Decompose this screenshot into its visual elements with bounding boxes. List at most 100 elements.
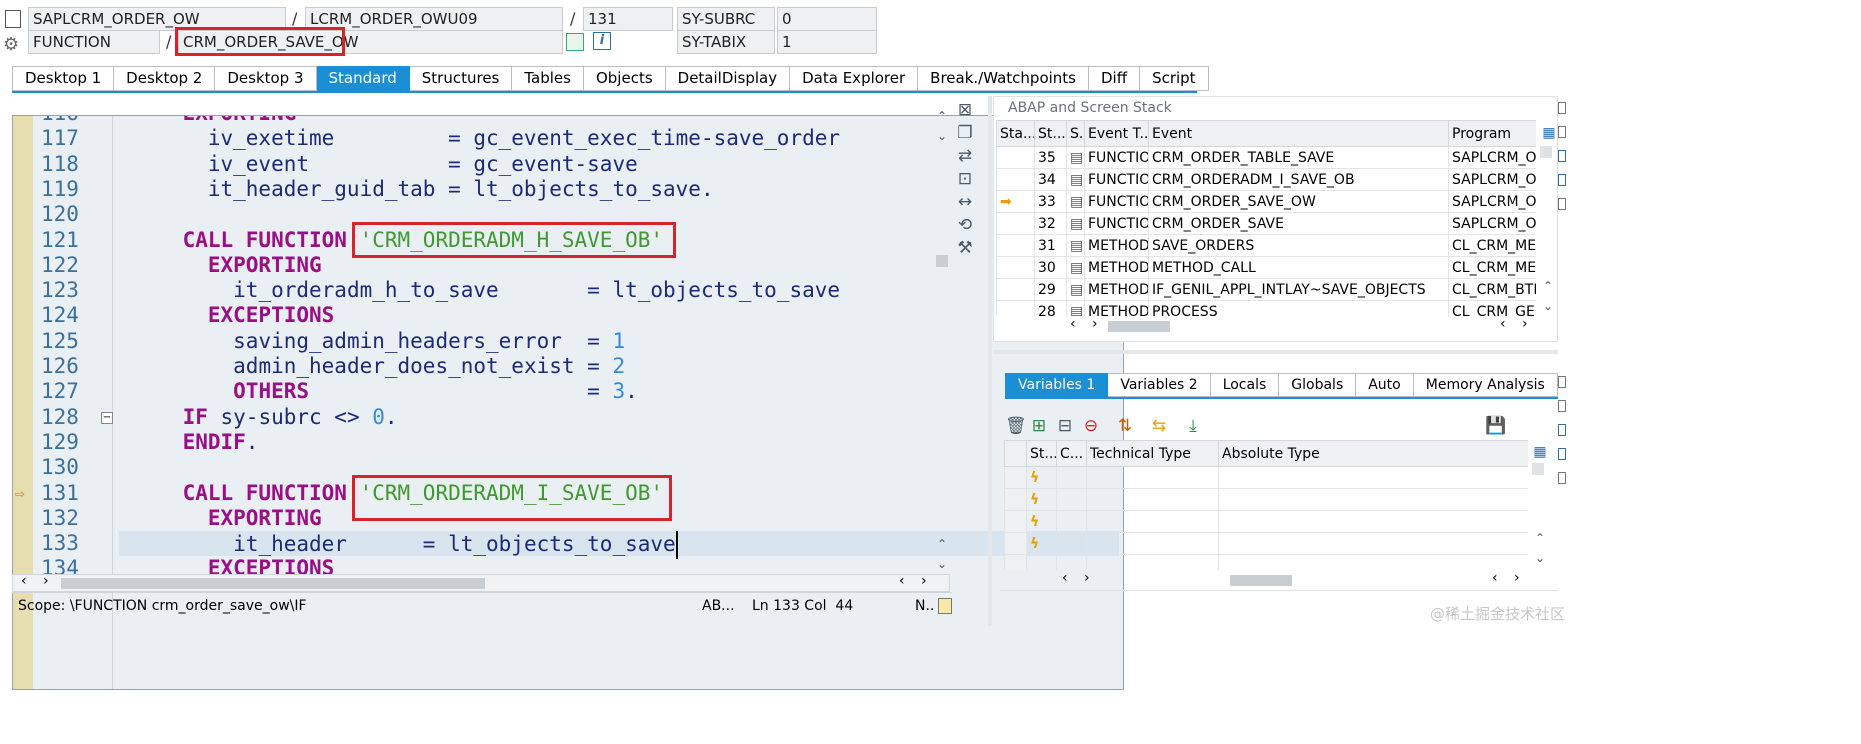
variable-cell[interactable]: ϟ (1026, 466, 1057, 489)
event-name-field[interactable]: CRM_ORDER_SAVE_OW (178, 30, 563, 54)
code-line[interactable]: 119 it_header_guid_tab = lt_objects_to_s… (13, 177, 1113, 202)
code-line[interactable]: 122 EXPORTING (13, 253, 1113, 278)
variable-row[interactable]: ϟ (1004, 532, 1528, 555)
variable-cell[interactable] (1086, 554, 1219, 570)
stack-tool-icon-3[interactable] (1558, 150, 1566, 162)
var-col-0[interactable]: St... (1026, 440, 1057, 467)
var-col-1[interactable]: C... (1056, 440, 1087, 467)
stack-row[interactable]: 29 ▤ METHOD IF_GENIL_APPL_INTLAY~SAVE_OBJEC… (996, 278, 1536, 301)
export-icon[interactable]: ⤓ (1183, 416, 1203, 436)
variable-row[interactable]: ϟ (1004, 488, 1528, 511)
fit-width-icon[interactable]: ↔ (955, 192, 975, 212)
var-scroll-right-2-icon[interactable]: › (1514, 570, 1520, 586)
tab-structures[interactable]: Structures (409, 66, 513, 91)
var-tool-icon-4[interactable] (1558, 448, 1566, 460)
variable-cell[interactable] (1218, 466, 1528, 489)
variable-cell[interactable] (1218, 532, 1528, 555)
stack-row[interactable]: 35▤FUNCTIO...CRM_ORDER_TABLE_SAVESAPLCRM… (996, 146, 1536, 169)
variable-row[interactable]: ϟ (1004, 510, 1528, 533)
code-line[interactable]: 126 admin_header_does_not_exist = 2 (13, 354, 1113, 379)
stack-row[interactable]: ➡ 33▤FUNCTIO...CRM_ORDER_SAVE_OWSAPLCRM_O… (996, 190, 1536, 213)
variable-cell[interactable] (1218, 554, 1528, 570)
scroll-down-icon[interactable]: ⌄ (932, 126, 952, 146)
compare-icon[interactable]: ⇅ (1115, 416, 1135, 436)
stack-row[interactable]: 32▤FUNCTIO...CRM_ORDER_SAVESAPLCRM_ORDER (996, 212, 1536, 235)
variable-cell[interactable]: ϟ (1026, 510, 1057, 533)
info-icon[interactable]: i (593, 32, 611, 50)
delete-icon[interactable]: 🗑 (1005, 416, 1027, 436)
tab-desktop-1[interactable]: Desktop 1 (12, 66, 115, 91)
variable-cell[interactable] (1086, 510, 1219, 533)
variable-cell[interactable]: ϟ (1026, 488, 1057, 511)
variable-cell[interactable] (1026, 554, 1057, 570)
tools-icon[interactable]: ⚒ (955, 238, 975, 258)
maximize-icon[interactable]: ⊡ (955, 169, 975, 189)
new-window-icon[interactable]: ❐ (955, 123, 975, 143)
code-line[interactable]: 128 IF sy-subrc <> 0. (13, 405, 1113, 430)
scroll-right-icon[interactable]: › (43, 573, 49, 589)
stack-scroll-left-icon[interactable]: ‹ (1070, 316, 1076, 332)
row-selector[interactable] (1004, 510, 1027, 533)
stack-scroll-left-2-icon[interactable]: ‹ (1500, 316, 1506, 332)
stack-col-3[interactable]: Event T... (1084, 120, 1149, 147)
tab-tables[interactable]: Tables (512, 66, 584, 91)
tab-script[interactable]: Script (1140, 66, 1209, 91)
include-field[interactable]: LCRM_ORDER_OWU09 (305, 7, 563, 31)
remove-row-icon[interactable]: ⊖ (1081, 416, 1101, 436)
tab-diff[interactable]: Diff (1089, 66, 1141, 91)
code-line[interactable]: 130 (13, 455, 1113, 480)
variable-cell[interactable]: ϟ (1026, 532, 1057, 555)
stack-scroll-right-icon[interactable]: › (1092, 316, 1098, 332)
tab-break-watchpoints[interactable]: Break./Watchpoints (918, 66, 1089, 91)
change-value-icon[interactable]: ϟ (1030, 492, 1039, 508)
code-line[interactable]: 118 iv_event = gc_event-save (13, 152, 1113, 177)
variables-scroll-down-icon[interactable]: ⌄ (1530, 548, 1550, 568)
editor-hscroll[interactable]: ‹ › ‹ › (12, 573, 950, 592)
code-line[interactable]: 120 (13, 202, 1113, 227)
transfer-icon[interactable]: ⇆ (1149, 416, 1169, 436)
variable-cell[interactable] (1086, 532, 1219, 555)
scroll-left-2-icon[interactable]: ‹ (899, 573, 905, 589)
variables-vscroll-thumb[interactable] (1532, 463, 1544, 475)
var-tool-icon-5[interactable] (1558, 472, 1566, 484)
swap-icon[interactable]: ⇄ (955, 146, 975, 166)
stack-col-0[interactable]: Sta... (996, 120, 1035, 147)
refresh-icon[interactable]: ⟲ (955, 215, 975, 235)
row-selector[interactable] (1004, 554, 1027, 570)
var-scroll-left-icon[interactable]: ‹ (1062, 570, 1068, 586)
variable-cell[interactable] (1056, 488, 1087, 511)
program-field[interactable]: SAPLCRM_ORDER_OW (28, 7, 286, 31)
var-hscroll-thumb[interactable] (1230, 575, 1292, 586)
vtab-auto[interactable]: Auto (1356, 373, 1414, 397)
tab-desktop-3[interactable]: Desktop 3 (215, 66, 317, 91)
stack-tool-icon-1[interactable] (1558, 102, 1566, 114)
variable-cell[interactable] (1056, 554, 1087, 570)
status-menu-icon[interactable] (938, 598, 952, 614)
save-icon[interactable]: 💾 (1485, 416, 1506, 436)
vtab-locals[interactable]: Locals (1210, 373, 1280, 397)
tabix-value[interactable]: 1 (777, 30, 877, 54)
stack-tool-icon-4[interactable] (1558, 174, 1566, 186)
code-line[interactable]: 127 OTHERS = 3. (13, 379, 1113, 404)
variable-cell[interactable] (1056, 532, 1087, 555)
stack-scroll-down-icon[interactable]: ⌄ (1538, 296, 1558, 316)
var-tool-icon-1[interactable] (1558, 376, 1566, 388)
variables-hscroll[interactable]: ‹ › ‹ › (1058, 570, 1528, 590)
variable-cell[interactable] (1086, 488, 1219, 511)
row-selector[interactable] (1004, 532, 1027, 555)
vtab-variables-1[interactable]: Variables 1 (1005, 373, 1109, 397)
stack-col-1[interactable]: St... (1034, 120, 1067, 147)
stack-row[interactable]: 28▤METHODPROCESSCL_CRM_GENIL (996, 300, 1536, 316)
variable-row[interactable] (1004, 554, 1528, 570)
stack-row[interactable]: 34▤FUNCTIO...CRM_ORDERADM_I_SAVE_OBSAPLC… (996, 168, 1536, 191)
tab-standard[interactable]: Standard (316, 66, 410, 91)
variable-cell[interactable] (1218, 510, 1528, 533)
hscroll-thumb[interactable] (61, 578, 485, 589)
tab-detaildisplay[interactable]: DetailDisplay (665, 66, 791, 91)
goto-icon[interactable] (566, 33, 584, 51)
tab-data-explorer[interactable]: Data Explorer (790, 66, 919, 91)
change-value-icon[interactable]: ϟ (1030, 470, 1039, 486)
var-tool-icon-3[interactable] (1558, 424, 1566, 436)
scroll-right-2-icon[interactable]: › (921, 573, 927, 589)
panel-splitter[interactable] (988, 96, 992, 626)
